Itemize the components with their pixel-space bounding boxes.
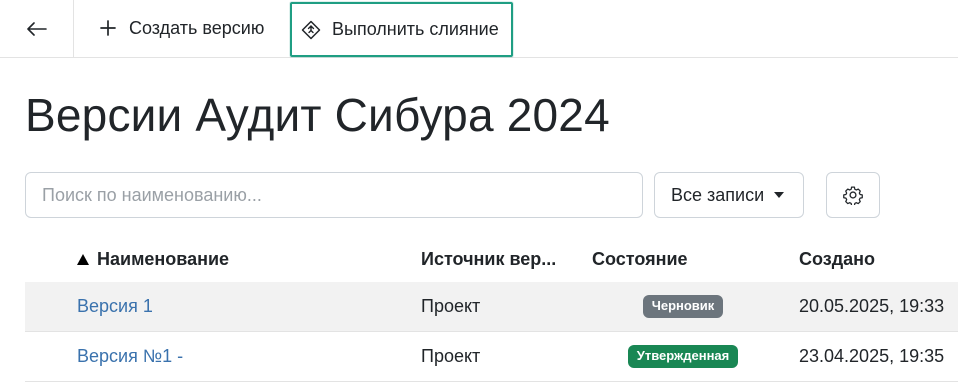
create-version-button[interactable]: Создать версию bbox=[97, 8, 264, 48]
version-source: Проект bbox=[421, 296, 481, 316]
status-badge: Черновик bbox=[642, 295, 724, 318]
version-name-link[interactable]: Версия 1 bbox=[77, 296, 153, 317]
table-row: Версия 1 Проект Черновик 20.05.2025, 19:… bbox=[25, 282, 958, 332]
table-row: Версия №1 - Проект Утвержденная 23.04.20… bbox=[25, 332, 958, 382]
toolbar: Создать версию Выполнить слияние bbox=[0, 0, 958, 58]
plus-icon bbox=[97, 17, 119, 39]
status-badge: Утвержденная bbox=[627, 345, 739, 368]
page-title: Версии Аудит Сибура 2024 bbox=[25, 89, 610, 141]
filter-selected-label: Все записи bbox=[671, 184, 765, 205]
merge-diamond-icon bbox=[300, 19, 322, 41]
version-name-link[interactable]: Версия №1 - bbox=[77, 346, 183, 367]
merge-label: Выполнить слияние bbox=[332, 19, 499, 39]
arrow-left-icon bbox=[26, 21, 47, 36]
back-button[interactable] bbox=[0, 0, 74, 57]
table-header: Наименование Источник вер... Состояние С… bbox=[25, 236, 958, 282]
column-header-created[interactable]: Создано bbox=[799, 236, 875, 282]
search-input[interactable] bbox=[25, 172, 643, 218]
table-settings-button[interactable] bbox=[826, 172, 880, 218]
created-date: 20.05.2025, 19:33 bbox=[799, 296, 945, 316]
create-version-label: Создать версию bbox=[129, 17, 265, 38]
column-header-name[interactable]: Наименование bbox=[77, 236, 229, 282]
sort-ascending-icon bbox=[77, 253, 89, 265]
caret-down-icon bbox=[774, 192, 785, 198]
versions-table: Наименование Источник вер... Состояние С… bbox=[25, 236, 958, 382]
version-source: Проект bbox=[421, 346, 481, 366]
gear-icon bbox=[843, 186, 863, 205]
records-filter-dropdown[interactable]: Все записи bbox=[654, 172, 804, 218]
created-date: 23.04.2025, 19:35 bbox=[799, 346, 945, 366]
column-header-status[interactable]: Состояние bbox=[592, 236, 688, 282]
column-header-source[interactable]: Источник вер... bbox=[421, 236, 556, 282]
merge-button[interactable]: Выполнить слияние bbox=[290, 2, 513, 57]
